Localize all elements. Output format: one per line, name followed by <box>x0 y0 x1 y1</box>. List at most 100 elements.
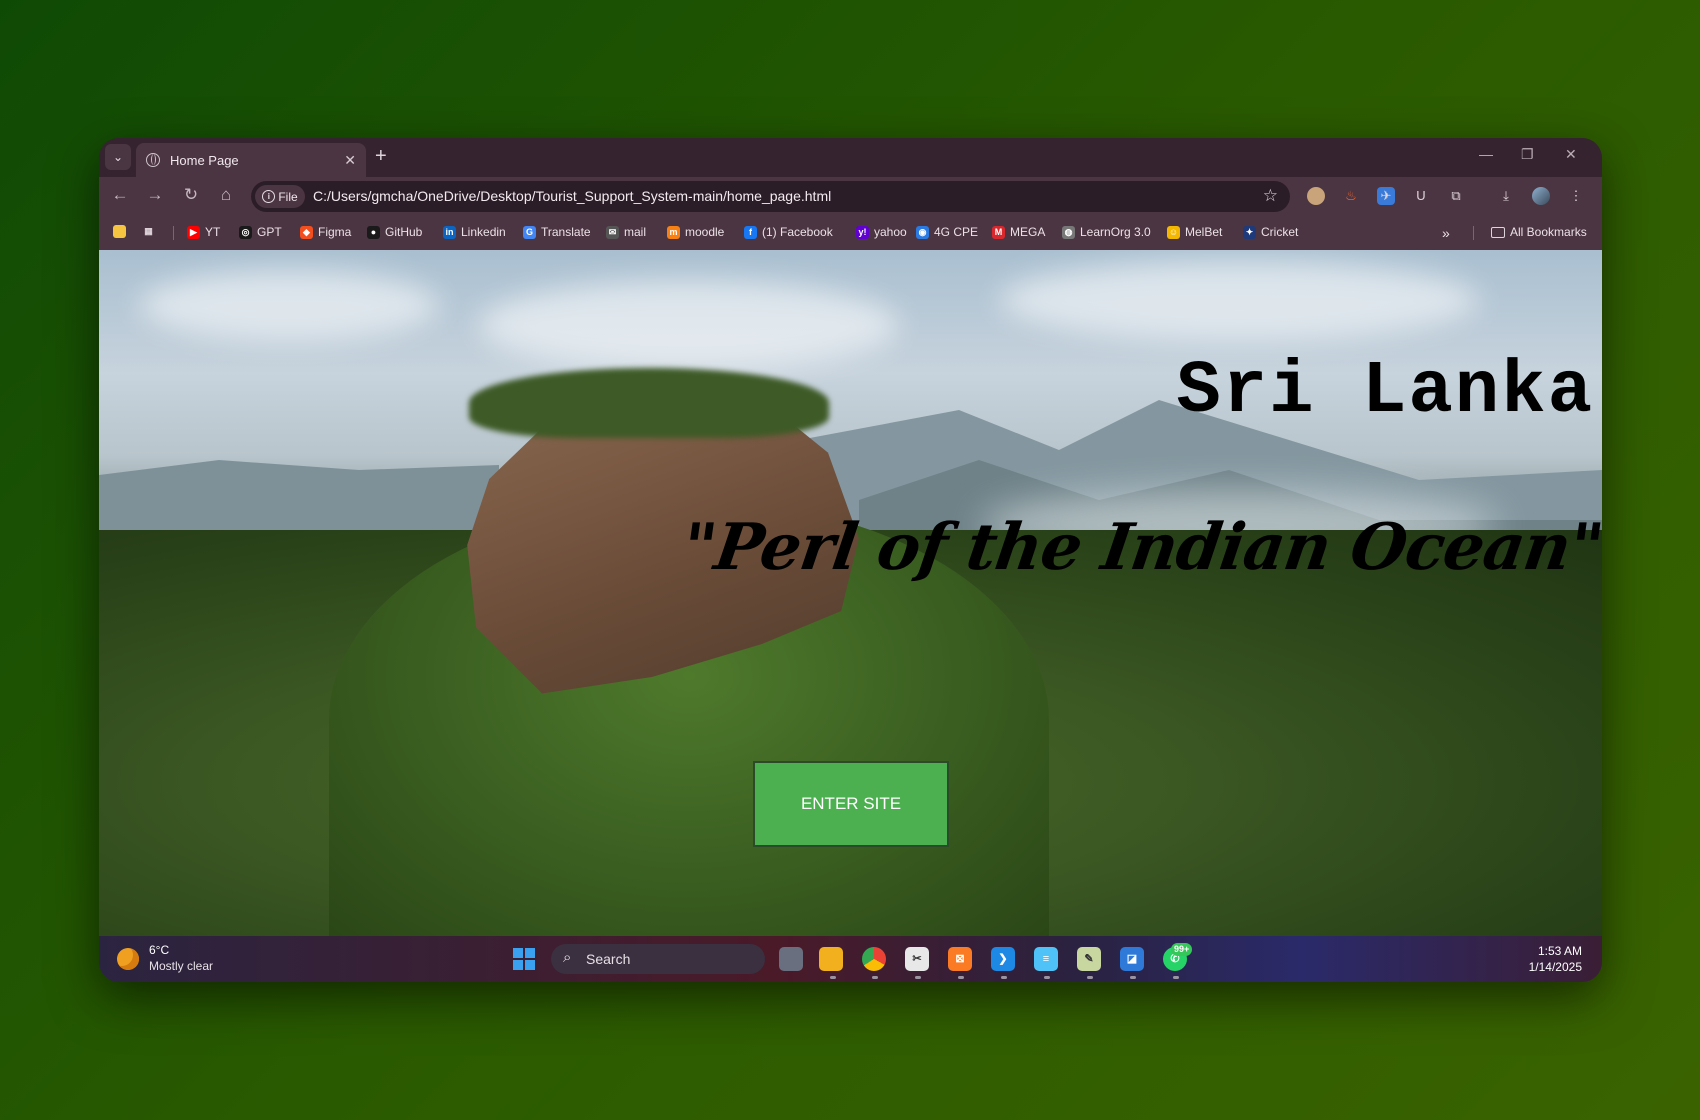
bookmark-item[interactable]: ☺ MelBet <box>1167 225 1222 239</box>
sky-cloud <box>999 260 1479 340</box>
bookmark-item[interactable]: m moodle <box>667 225 724 239</box>
flame-extension-icon[interactable]: ♨ <box>1342 187 1360 205</box>
bookmark-star-icon[interactable]: ☆ <box>1263 186 1278 206</box>
bookmark-label: Translate <box>541 225 591 239</box>
bookmark-label: moodle <box>685 225 725 239</box>
sky-cloud <box>479 280 899 370</box>
reload-icon[interactable]: ↻ <box>179 185 203 205</box>
facebook-icon: f <box>744 225 757 239</box>
folder-icon <box>1491 226 1505 238</box>
linkedin-icon: in <box>443 225 456 239</box>
bookmark-label: MelBet <box>1185 225 1223 239</box>
bookmark-label: YT <box>205 225 221 239</box>
clock-time[interactable]: 1:53 AM <box>1538 944 1582 958</box>
rocket-extension-icon[interactable]: ✈ <box>1377 187 1395 205</box>
home-icon[interactable]: ⌂ <box>214 185 238 205</box>
page-heading: Sri Lanka <box>1176 350 1594 434</box>
app-running-indicator <box>830 976 836 979</box>
app-running-indicator <box>1087 976 1093 979</box>
taskbar-search[interactable]: ⌕ Search <box>551 944 765 974</box>
tab-strip: ⌄ Home Page ✕ + — ❐ ✕ <box>99 138 1602 177</box>
browser-toolbar: ← → ↻ ⌂ i File C:/Users/gmcha/OneDrive/D… <box>99 177 1602 216</box>
yellow-folder-icon[interactable] <box>113 225 126 238</box>
bookmark-item[interactable]: in Linkedin <box>443 225 506 239</box>
app-running-indicator <box>958 976 964 979</box>
bookmark-item[interactable]: ◉ 4G CPE <box>916 225 978 239</box>
magnet-extension-icon[interactable]: U <box>1412 187 1430 205</box>
tab-home-page[interactable]: Home Page ✕ <box>136 143 366 177</box>
search-icon: ⌕ <box>563 949 572 966</box>
bookmark-item[interactable]: ◍ LearnOrg 3.0 <box>1062 225 1151 239</box>
tab-close-icon[interactable]: ✕ <box>344 152 356 169</box>
bookmark-item[interactable]: M MEGA <box>992 225 1045 239</box>
apps-grid-icon[interactable]: ▦ <box>142 225 155 238</box>
vscode-icon[interactable]: ❯ <box>991 947 1015 971</box>
paint-icon[interactable]: ✎ <box>1077 947 1101 971</box>
url-text[interactable]: C:/Users/gmcha/OneDrive/Desktop/Tourist_… <box>313 188 831 204</box>
bookmark-item[interactable]: ◎ GPT <box>239 225 282 239</box>
bookmark-label: GPT <box>257 225 282 239</box>
file-explorer-icon[interactable] <box>819 947 843 971</box>
bookmark-label: MEGA <box>1010 225 1046 239</box>
globe-icon: ◍ <box>1062 225 1075 239</box>
bookmarks-bar: ▦ ▶ YT ◎ GPT ◆ Figma ● GitHub in Linkedin G Transla… <box>99 216 1602 251</box>
extensions-puzzle-icon[interactable]: ⧉ <box>1447 187 1465 205</box>
download-icon[interactable]: ⤓ <box>1497 187 1515 205</box>
bookmark-item[interactable]: ▶ YT <box>187 225 220 239</box>
weather-temperature[interactable]: 6°C <box>149 943 169 957</box>
site-info-chip[interactable]: i File <box>255 185 305 208</box>
info-icon: i <box>262 190 276 203</box>
restore-button[interactable]: ❐ <box>1521 146 1534 163</box>
bookmark-item[interactable]: y! yahoo <box>856 225 907 239</box>
xampp-icon[interactable]: ⊠ <box>948 947 972 971</box>
task-view-icon[interactable] <box>779 947 803 971</box>
bookmark-label: Cricket <box>1261 225 1299 239</box>
enter-site-button[interactable]: ENTER SITE <box>753 761 949 847</box>
app-running-indicator <box>1173 976 1179 979</box>
address-bar[interactable]: i File C:/Users/gmcha/OneDrive/Desktop/T… <box>251 181 1290 212</box>
back-arrow-icon[interactable]: ← <box>108 185 132 205</box>
bookmark-label: Linkedin <box>461 225 506 239</box>
profile-avatar[interactable] <box>1532 187 1550 205</box>
bookmark-label: yahoo <box>874 225 907 239</box>
taskbar-search-label: Search <box>586 951 631 967</box>
minimize-button[interactable]: — <box>1479 146 1493 162</box>
notepad-icon[interactable]: ≡ <box>1034 947 1058 971</box>
photos-icon[interactable]: ◪ <box>1120 947 1144 971</box>
windows-start-icon[interactable] <box>513 948 535 970</box>
moodle-icon: m <box>667 225 680 239</box>
clock-date[interactable]: 1/14/2025 <box>1529 960 1582 974</box>
bookmark-item[interactable]: ✉ mail <box>606 225 646 239</box>
globe-icon <box>146 153 160 167</box>
weather-description[interactable]: Mostly clear <box>149 959 213 973</box>
bookmarks-overflow-chevron[interactable]: » <box>1442 225 1450 241</box>
youtube-icon: ▶ <box>187 225 200 239</box>
chrome-icon[interactable] <box>862 947 886 971</box>
menu-kebab-icon[interactable]: ⋮ <box>1567 187 1585 205</box>
windows-taskbar: 6°C Mostly clear ⌕ Search ✂ ⊠ ❯ ≡ ✎ ◪ ✆ … <box>99 936 1602 982</box>
translate-icon: G <box>523 225 536 239</box>
snipping-tool-icon[interactable]: ✂ <box>905 947 929 971</box>
bookmark-label: (1) Facebook <box>762 225 833 239</box>
close-window-button[interactable]: ✕ <box>1565 146 1577 163</box>
bookmark-item[interactable]: f (1) Facebook <box>744 225 833 239</box>
app-running-indicator <box>1001 976 1007 979</box>
new-tab-button[interactable]: + <box>375 146 387 166</box>
app-running-indicator <box>872 976 878 979</box>
app-running-indicator <box>1130 976 1136 979</box>
forward-arrow-icon[interactable]: → <box>143 185 167 205</box>
weather-moon-icon[interactable] <box>117 948 139 970</box>
bookmark-item[interactable]: G Translate <box>523 225 591 239</box>
tab-search-button[interactable]: ⌄ <box>105 144 131 170</box>
figma-icon: ◆ <box>300 225 313 239</box>
chevron-down-icon: ⌄ <box>112 150 124 164</box>
page-viewport: Sri Lanka "Perl of the Indian Ocean" ENT… <box>99 250 1602 936</box>
extension-avatar-icon[interactable] <box>1307 187 1325 205</box>
notification-badge: 99+ <box>1171 943 1193 956</box>
bookmark-item[interactable]: ◆ Figma <box>300 225 351 239</box>
bookmark-item[interactable]: ✦ Cricket <box>1243 225 1298 239</box>
bookmarks-divider <box>173 226 174 240</box>
bookmark-item[interactable]: ● GitHub <box>367 225 422 239</box>
all-bookmarks-button[interactable]: All Bookmarks <box>1491 225 1587 239</box>
browser-window: ⌄ Home Page ✕ + — ❐ ✕ ← → ↻ ⌂ i File C:/… <box>99 138 1602 982</box>
